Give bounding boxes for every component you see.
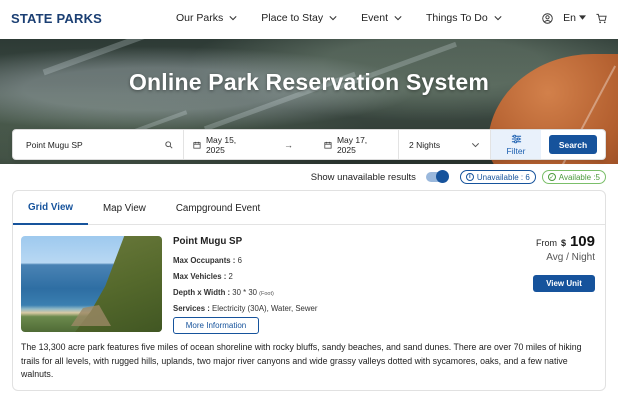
chevron-down-icon bbox=[229, 16, 237, 21]
chevron-down-icon bbox=[471, 142, 480, 147]
park-search-field[interactable]: Point Mugu SP bbox=[13, 130, 184, 159]
nights-value: 2 Nights bbox=[409, 139, 441, 150]
info-icon: i bbox=[465, 173, 474, 181]
price-currency: $ bbox=[560, 238, 566, 248]
max-vehicles-value: 2 bbox=[228, 272, 233, 281]
arrival-date-value: May 15, 2025 bbox=[205, 134, 237, 155]
departure-date-field[interactable]: May 17, 2025 bbox=[324, 135, 388, 155]
cart-icon[interactable] bbox=[596, 13, 607, 24]
caret-down-icon bbox=[579, 15, 586, 20]
arrival-date-field[interactable]: May 15, 2025 bbox=[193, 135, 257, 155]
top-nav: STATE PARKS Our Parks Place to Stay Even… bbox=[0, 0, 618, 39]
depth-width-unit: (Foot) bbox=[259, 291, 274, 297]
filter-button[interactable]: Filter bbox=[491, 130, 541, 159]
nights-select[interactable]: 2 Nights bbox=[399, 130, 491, 159]
price-unit: Avg / Night bbox=[546, 252, 595, 263]
view-unit-button[interactable]: View Unit bbox=[533, 275, 595, 292]
price-value: 109 bbox=[569, 233, 595, 250]
tab-grid-view[interactable]: Grid View bbox=[13, 191, 89, 225]
reservation-search-bar: Point Mugu SP May 15, 2025 → May 17, 202… bbox=[12, 129, 606, 160]
available-count-label: Available :5 bbox=[558, 172, 600, 182]
nav-label: Our Parks bbox=[176, 12, 224, 24]
max-vehicles: Max Vehicles : 2 bbox=[173, 272, 433, 281]
nav-our-parks[interactable]: Our Parks bbox=[176, 12, 237, 24]
tab-map-view[interactable]: Map View bbox=[88, 191, 161, 225]
nav-things-to-do[interactable]: Things To Do bbox=[426, 12, 502, 24]
park-details: Point Mugu SP Max Occupants : 6 Max Vehi… bbox=[173, 236, 433, 320]
depth-width-value: 30 * 30 bbox=[232, 288, 257, 297]
unavailable-count-label: Unavailable : 6 bbox=[476, 172, 530, 182]
services: Services : Electricity (30A), Water, Sew… bbox=[173, 304, 433, 313]
filter-label: Filter bbox=[506, 145, 526, 156]
depth-width-label: Depth x Width : bbox=[173, 288, 231, 297]
results-options: Show unavailable results i Unavailable :… bbox=[311, 170, 606, 184]
nav-place-to-stay[interactable]: Place to Stay bbox=[261, 12, 337, 24]
brand-logo[interactable]: STATE PARKS bbox=[11, 11, 102, 26]
search-icon bbox=[165, 140, 173, 149]
chevron-down-icon bbox=[494, 16, 502, 21]
check-icon: ✓ bbox=[547, 173, 556, 181]
calendar-icon bbox=[193, 141, 201, 149]
search-button[interactable]: Search bbox=[549, 135, 597, 154]
max-occupants-value: 6 bbox=[237, 256, 242, 265]
price-from-label: From bbox=[535, 238, 557, 248]
park-name: Point Mugu SP bbox=[173, 236, 243, 247]
max-occupants-label: Max Occupants : bbox=[173, 256, 236, 265]
date-range-field: May 15, 2025 → May 17, 2025 bbox=[184, 130, 399, 159]
arrow-right-icon: → bbox=[284, 139, 293, 150]
sliders-icon bbox=[511, 134, 521, 143]
more-information-button[interactable]: More Information bbox=[173, 317, 259, 334]
available-count-badge[interactable]: ✓ Available :5 bbox=[541, 170, 606, 184]
search-button-wrap: Search bbox=[541, 130, 605, 159]
park-photo[interactable] bbox=[21, 236, 162, 332]
nav-label: Event bbox=[361, 12, 388, 24]
results-card: Grid View Map View Campground Event Poin… bbox=[12, 190, 606, 391]
services-label: Services : bbox=[173, 304, 210, 313]
view-tabs: Grid View Map View Campground Event bbox=[13, 191, 605, 225]
nav-label: Place to Stay bbox=[261, 12, 324, 24]
language-select[interactable]: En bbox=[563, 12, 586, 24]
show-unavailable-label: Show unavailable results bbox=[310, 171, 416, 183]
park-description: The 13,300 acre park features five miles… bbox=[21, 342, 582, 380]
departure-date-value: May 17, 2025 bbox=[336, 134, 368, 155]
max-occupants: Max Occupants : 6 bbox=[173, 256, 433, 265]
chevron-down-icon bbox=[394, 16, 402, 21]
tab-campground-event[interactable]: Campground Event bbox=[161, 191, 275, 225]
user-account-icon[interactable] bbox=[542, 12, 553, 24]
services-value: Electricity (30A), Water, Sewer bbox=[212, 304, 318, 313]
page-title: Online Park Reservation System bbox=[128, 69, 490, 95]
nav-utilities: En bbox=[542, 12, 607, 24]
park-input-value: Point Mugu SP bbox=[26, 139, 83, 150]
unavailable-count-badge[interactable]: i Unavailable : 6 bbox=[459, 170, 536, 184]
nav-label: Things To Do bbox=[426, 12, 488, 24]
depth-width: Depth x Width : 30 * 30 (Foot) bbox=[173, 288, 433, 297]
main-nav: Our Parks Place to Stay Event Things To … bbox=[176, 12, 526, 24]
nav-event[interactable]: Event bbox=[361, 12, 402, 24]
price-block: From $ 109 Avg / Night bbox=[536, 233, 595, 263]
calendar-icon bbox=[324, 141, 332, 149]
chevron-down-icon bbox=[329, 16, 337, 21]
max-vehicles-label: Max Vehicles : bbox=[173, 272, 227, 281]
language-label: En bbox=[563, 12, 576, 24]
show-unavailable-toggle[interactable] bbox=[425, 170, 449, 183]
